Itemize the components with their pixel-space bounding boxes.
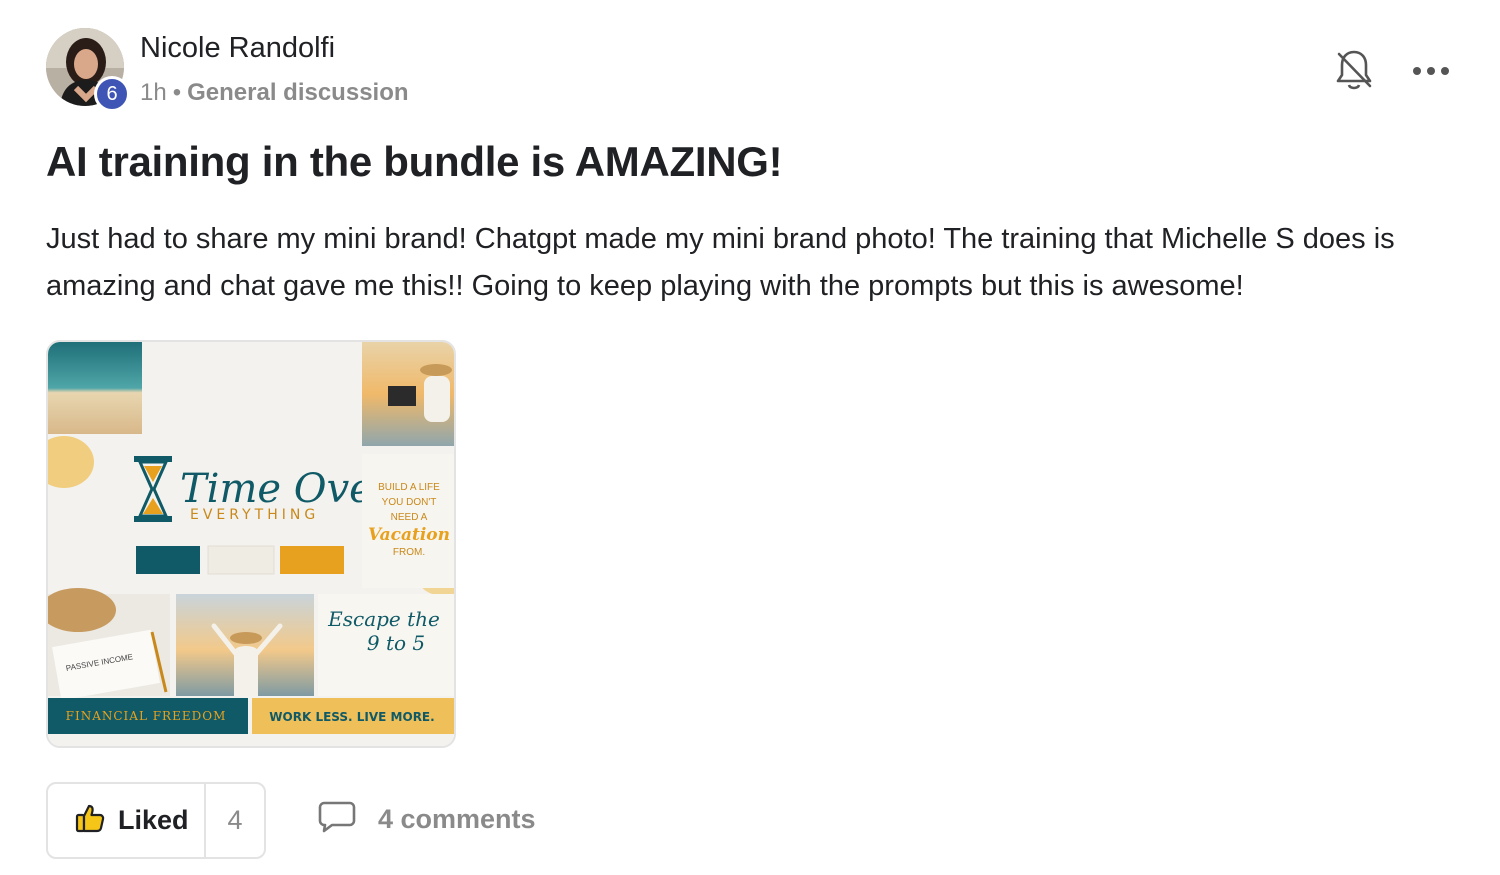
like-button[interactable]: Liked 4 bbox=[46, 782, 266, 859]
author-avatar[interactable]: 6 bbox=[46, 28, 130, 112]
banner-right-text: WORK LESS. LIVE MORE. bbox=[269, 710, 434, 724]
level-badge: 6 bbox=[94, 76, 130, 112]
meta-separator: • bbox=[172, 79, 182, 106]
brand-sub: EVERYTHING bbox=[190, 507, 319, 523]
laptop-shape bbox=[388, 386, 416, 406]
post-time: 1h bbox=[140, 79, 167, 106]
comment-icon bbox=[318, 800, 356, 839]
more-horizontal-icon[interactable] bbox=[1410, 56, 1452, 86]
like-count[interactable]: 4 bbox=[206, 805, 264, 836]
post-meta: 1h • General discussion bbox=[140, 79, 409, 107]
post-category[interactable]: General discussion bbox=[187, 79, 408, 106]
bell-off-icon[interactable] bbox=[1334, 48, 1374, 92]
tagline-line-4: FROM. bbox=[393, 547, 425, 558]
swatch-cream bbox=[207, 545, 275, 575]
comments-button[interactable]: 4 comments bbox=[318, 800, 536, 839]
tagline-line-1: BUILD A LIFE bbox=[378, 482, 440, 493]
comments-label: 4 comments bbox=[378, 804, 536, 834]
swatch-gold bbox=[280, 546, 344, 574]
tagline-script: Vacation bbox=[368, 525, 450, 545]
like-label: Liked bbox=[118, 805, 189, 835]
tagline-line-3: NEED A bbox=[391, 512, 428, 523]
thumbs-up-icon bbox=[74, 802, 106, 839]
like-toggle[interactable]: Liked bbox=[48, 784, 206, 857]
woman-hat bbox=[230, 632, 262, 644]
post-body: Just had to share my mini brand! Chatgpt… bbox=[46, 223, 1395, 302]
post-title: AI training in the bundle is AMAZING! bbox=[46, 138, 783, 185]
author-name[interactable]: Nicole Randolfi bbox=[140, 32, 335, 65]
escape-line-2: 9 to 5 bbox=[367, 631, 425, 655]
person-shape bbox=[424, 376, 450, 422]
banner-left-text: FINANCIAL FREEDOM bbox=[66, 709, 227, 723]
tagline-line-2: YOU DON'T bbox=[382, 497, 437, 508]
escape-line-1: Escape the bbox=[327, 607, 440, 631]
swatch-teal bbox=[136, 546, 200, 574]
beach-photo bbox=[48, 342, 142, 434]
hat-shape bbox=[420, 364, 452, 376]
post-image[interactable]: Time Over EVERYTHING BUILD A LIFE YOU DO… bbox=[46, 340, 456, 748]
